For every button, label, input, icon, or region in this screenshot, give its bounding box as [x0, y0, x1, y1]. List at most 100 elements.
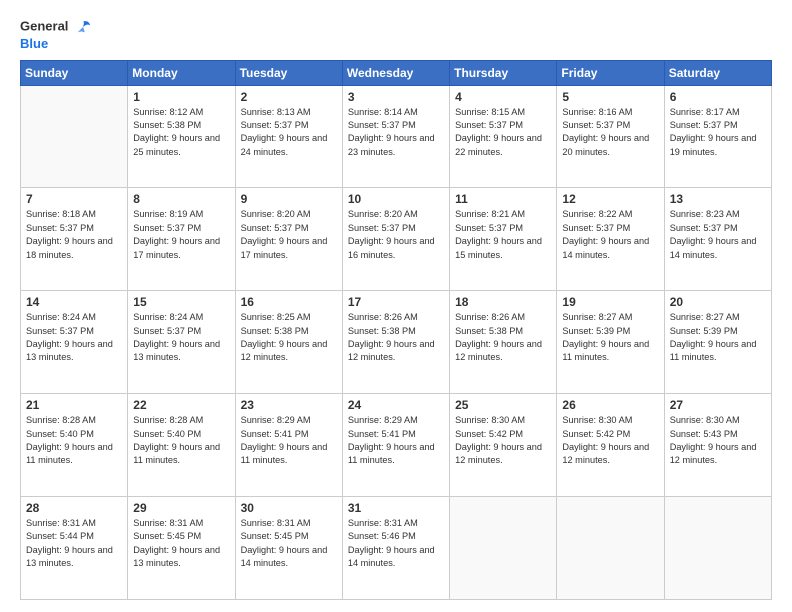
day-info: Sunrise: 8:30 AMSunset: 5:42 PMDaylight:…: [562, 414, 658, 467]
day-info: Sunrise: 8:24 AMSunset: 5:37 PMDaylight:…: [26, 311, 122, 364]
logo-bird-icon: [74, 18, 92, 36]
day-cell: 2Sunrise: 8:13 AMSunset: 5:37 PMDaylight…: [235, 85, 342, 188]
day-info: Sunrise: 8:25 AMSunset: 5:38 PMDaylight:…: [241, 311, 337, 364]
day-cell: 8Sunrise: 8:19 AMSunset: 5:37 PMDaylight…: [128, 188, 235, 291]
day-cell: 21 Sunrise: 8:28 AMSunset: 5:40 PMDayligh…: [21, 394, 128, 497]
day-cell: 27 Sunrise: 8:30 AMSunset: 5:43 PMDayligh…: [664, 394, 771, 497]
week-row-0: 1 Sunrise: 8:12 AMSunset: 5:38 PMDaylight…: [21, 85, 772, 188]
day-cell: 30Sunrise: 8:31 AMSunset: 5:45 PMDayligh…: [235, 497, 342, 600]
day-info: Sunrise: 8:22 AMSunset: 5:37 PMDaylight:…: [562, 208, 658, 261]
weekday-header-thursday: Thursday: [450, 60, 557, 85]
day-cell: 26Sunrise: 8:30 AMSunset: 5:42 PMDayligh…: [557, 394, 664, 497]
day-info: Sunrise: 8:15 AMSunset: 5:37 PMDaylight:…: [455, 106, 551, 159]
weekday-header-tuesday: Tuesday: [235, 60, 342, 85]
day-number: 31: [348, 501, 444, 515]
day-cell: 19Sunrise: 8:27 AMSunset: 5:39 PMDayligh…: [557, 291, 664, 394]
day-cell: [450, 497, 557, 600]
day-info: Sunrise: 8:16 AMSunset: 5:37 PMDaylight:…: [562, 106, 658, 159]
day-cell: 9 Sunrise: 8:20 AMSunset: 5:37 PMDaylight…: [235, 188, 342, 291]
week-row-4: 28 Sunrise: 8:31 AMSunset: 5:44 PMDayligh…: [21, 497, 772, 600]
day-cell: 24 Sunrise: 8:29 AMSunset: 5:41 PMDayligh…: [342, 394, 449, 497]
logo-text-block: General Blue: [20, 18, 92, 52]
day-info: Sunrise: 8:21 AMSunset: 5:37 PMDaylight:…: [455, 208, 551, 261]
header: General Blue: [20, 18, 772, 52]
day-cell: 22 Sunrise: 8:28 AMSunset: 5:40 PMDayligh…: [128, 394, 235, 497]
weekday-header-sunday: Sunday: [21, 60, 128, 85]
day-info: Sunrise: 8:23 AMSunset: 5:37 PMDaylight:…: [670, 208, 766, 261]
day-info: Sunrise: 8:29 AMSunset: 5:41 PMDaylight:…: [241, 414, 337, 467]
day-info: Sunrise: 8:29 AMSunset: 5:41 PMDaylight:…: [348, 414, 444, 467]
day-info: Sunrise: 8:18 AMSunset: 5:37 PMDaylight:…: [26, 208, 122, 261]
day-number: 11: [455, 192, 551, 206]
day-info: Sunrise: 8:17 AMSunset: 5:37 PMDaylight:…: [670, 106, 766, 159]
day-number: 21: [26, 398, 122, 412]
day-info: Sunrise: 8:31 AMSunset: 5:45 PMDaylight:…: [133, 517, 229, 570]
day-number: 10: [348, 192, 444, 206]
day-number: 17: [348, 295, 444, 309]
day-cell: 3Sunrise: 8:14 AMSunset: 5:37 PMDaylight…: [342, 85, 449, 188]
day-cell: [557, 497, 664, 600]
week-row-3: 21 Sunrise: 8:28 AMSunset: 5:40 PMDayligh…: [21, 394, 772, 497]
day-number: 25: [455, 398, 551, 412]
day-info: Sunrise: 8:30 AMSunset: 5:43 PMDaylight:…: [670, 414, 766, 467]
logo: General Blue: [20, 18, 92, 52]
day-cell: 14Sunrise: 8:24 AMSunset: 5:37 PMDayligh…: [21, 291, 128, 394]
day-info: Sunrise: 8:31 AMSunset: 5:46 PMDaylight:…: [348, 517, 444, 570]
day-cell: 29Sunrise: 8:31 AMSunset: 5:45 PMDayligh…: [128, 497, 235, 600]
day-cell: 17 Sunrise: 8:26 AMSunset: 5:38 PMDayligh…: [342, 291, 449, 394]
day-number: 15: [133, 295, 229, 309]
day-cell: 6 Sunrise: 8:17 AMSunset: 5:37 PMDaylight…: [664, 85, 771, 188]
day-cell: [664, 497, 771, 600]
day-number: 4: [455, 90, 551, 104]
week-row-2: 14Sunrise: 8:24 AMSunset: 5:37 PMDayligh…: [21, 291, 772, 394]
day-number: 8: [133, 192, 229, 206]
day-number: 20: [670, 295, 766, 309]
day-info: Sunrise: 8:20 AMSunset: 5:37 PMDaylight:…: [348, 208, 444, 261]
day-info: Sunrise: 8:26 AMSunset: 5:38 PMDaylight:…: [455, 311, 551, 364]
day-info: Sunrise: 8:28 AMSunset: 5:40 PMDaylight:…: [26, 414, 122, 467]
page: General Blue SundayMondayTuesdayWednesda…: [0, 0, 792, 612]
day-cell: 16 Sunrise: 8:25 AMSunset: 5:38 PMDayligh…: [235, 291, 342, 394]
day-cell: 10 Sunrise: 8:20 AMSunset: 5:37 PMDayligh…: [342, 188, 449, 291]
day-info: Sunrise: 8:31 AMSunset: 5:44 PMDaylight:…: [26, 517, 122, 570]
day-number: 9: [241, 192, 337, 206]
day-number: 5: [562, 90, 658, 104]
day-number: 16: [241, 295, 337, 309]
day-info: Sunrise: 8:14 AMSunset: 5:37 PMDaylight:…: [348, 106, 444, 159]
day-number: 22: [133, 398, 229, 412]
week-row-1: 7Sunrise: 8:18 AMSunset: 5:37 PMDaylight…: [21, 188, 772, 291]
day-cell: 1 Sunrise: 8:12 AMSunset: 5:38 PMDaylight…: [128, 85, 235, 188]
day-number: 28: [26, 501, 122, 515]
day-info: Sunrise: 8:28 AMSunset: 5:40 PMDaylight:…: [133, 414, 229, 467]
weekday-header-monday: Monday: [128, 60, 235, 85]
day-number: 24: [348, 398, 444, 412]
day-cell: [21, 85, 128, 188]
day-number: 27: [670, 398, 766, 412]
weekday-header-row: SundayMondayTuesdayWednesdayThursdayFrid…: [21, 60, 772, 85]
day-info: Sunrise: 8:20 AMSunset: 5:37 PMDaylight:…: [241, 208, 337, 261]
day-cell: 5 Sunrise: 8:16 AMSunset: 5:37 PMDaylight…: [557, 85, 664, 188]
day-cell: 11 Sunrise: 8:21 AMSunset: 5:37 PMDayligh…: [450, 188, 557, 291]
day-info: Sunrise: 8:27 AMSunset: 5:39 PMDaylight:…: [670, 311, 766, 364]
day-cell: 4 Sunrise: 8:15 AMSunset: 5:37 PMDaylight…: [450, 85, 557, 188]
weekday-header-saturday: Saturday: [664, 60, 771, 85]
day-cell: 13Sunrise: 8:23 AMSunset: 5:37 PMDayligh…: [664, 188, 771, 291]
day-info: Sunrise: 8:31 AMSunset: 5:45 PMDaylight:…: [241, 517, 337, 570]
day-info: Sunrise: 8:13 AMSunset: 5:37 PMDaylight:…: [241, 106, 337, 159]
day-number: 1: [133, 90, 229, 104]
weekday-header-wednesday: Wednesday: [342, 60, 449, 85]
day-number: 6: [670, 90, 766, 104]
day-info: Sunrise: 8:24 AMSunset: 5:37 PMDaylight:…: [133, 311, 229, 364]
day-cell: 18 Sunrise: 8:26 AMSunset: 5:38 PMDayligh…: [450, 291, 557, 394]
weekday-header-friday: Friday: [557, 60, 664, 85]
day-cell: 28 Sunrise: 8:31 AMSunset: 5:44 PMDayligh…: [21, 497, 128, 600]
day-number: 18: [455, 295, 551, 309]
day-info: Sunrise: 8:30 AMSunset: 5:42 PMDaylight:…: [455, 414, 551, 467]
day-number: 19: [562, 295, 658, 309]
day-cell: 20 Sunrise: 8:27 AMSunset: 5:39 PMDayligh…: [664, 291, 771, 394]
day-cell: 7Sunrise: 8:18 AMSunset: 5:37 PMDaylight…: [21, 188, 128, 291]
logo-general: General: [20, 18, 68, 33]
calendar-table: SundayMondayTuesdayWednesdayThursdayFrid…: [20, 60, 772, 600]
day-info: Sunrise: 8:12 AMSunset: 5:38 PMDaylight:…: [133, 106, 229, 159]
day-info: Sunrise: 8:26 AMSunset: 5:38 PMDaylight:…: [348, 311, 444, 364]
